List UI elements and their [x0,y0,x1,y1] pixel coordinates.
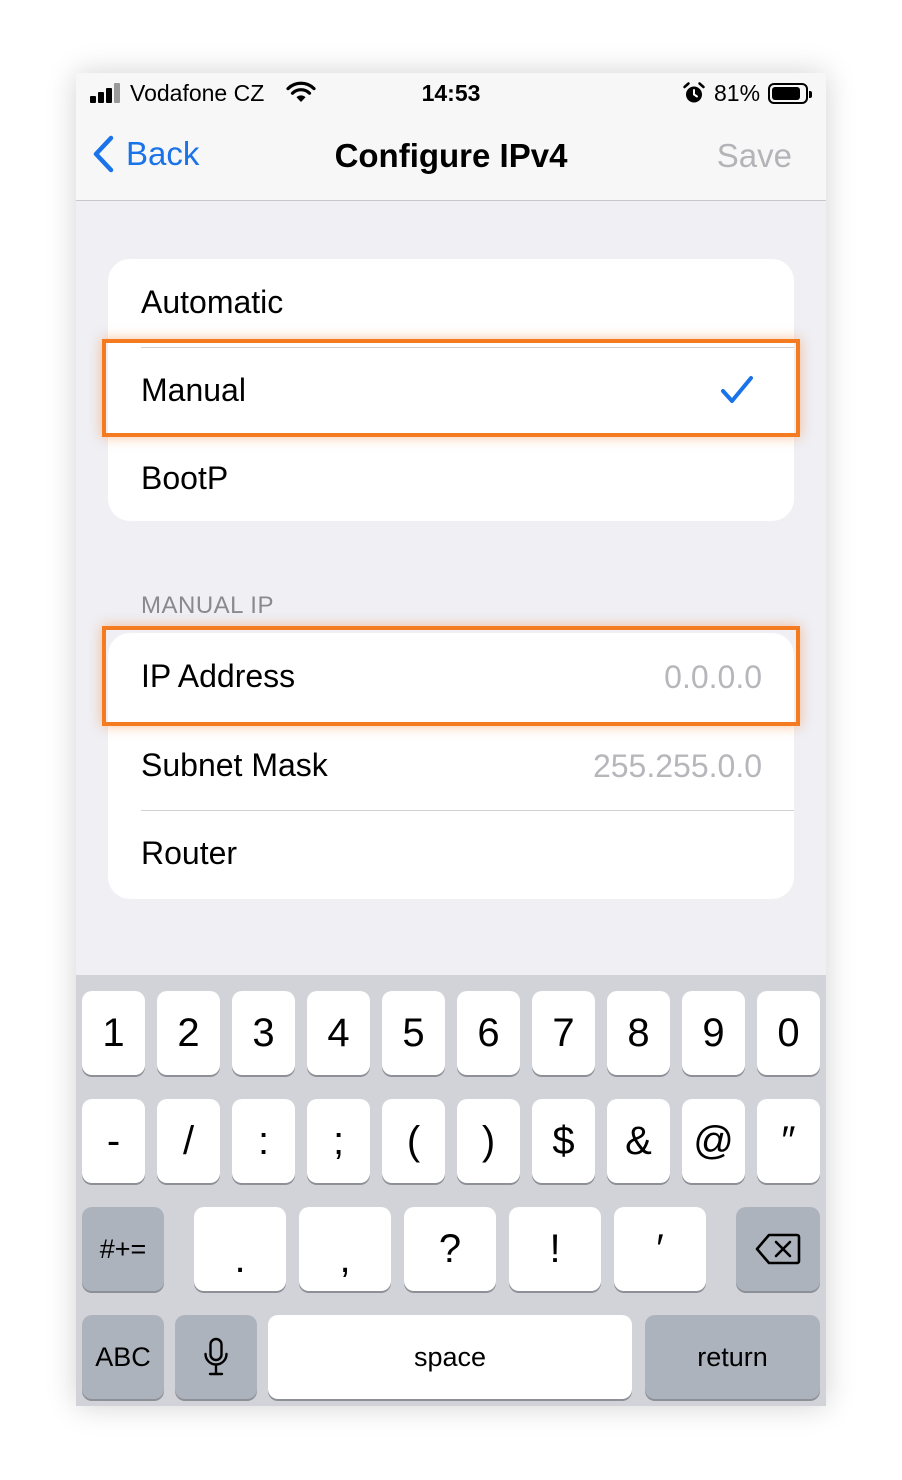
navigation-bar: Vodafone CZ 14:53 81% Back Configure IPv… [76,73,826,201]
key-7[interactable]: 7 [532,991,595,1075]
microphone-icon [204,1337,228,1376]
key-4[interactable]: 4 [307,991,370,1075]
key-0[interactable]: 0 [757,991,820,1075]
phone-screen: Vodafone CZ 14:53 81% Back Configure IPv… [76,73,826,1406]
dictation-key[interactable] [175,1315,257,1399]
key-label: . [234,1236,246,1281]
key-1[interactable]: 1 [82,991,145,1075]
page-title: Configure IPv4 [334,137,568,174]
key-comma[interactable]: , [299,1207,391,1291]
option-automatic[interactable]: Automatic [108,259,794,347]
key-9[interactable]: 9 [682,991,745,1075]
key-at[interactable]: @ [682,1099,745,1183]
field-placeholder: 255.255.0.0 [592,748,762,784]
battery-percent: 81% [714,80,761,106]
key-apostrophe[interactable]: ′ [614,1207,706,1291]
key-8[interactable]: 8 [607,991,670,1075]
key-label: , [339,1236,351,1281]
key-colon[interactable]: : [232,1099,295,1183]
key-open-paren[interactable]: ( [382,1099,445,1183]
return-key[interactable]: return [645,1315,820,1399]
section-header-manual-ip: MANUAL IP [141,592,274,619]
highlight-manual [102,339,800,437]
key-exclamation[interactable]: ! [509,1207,601,1291]
key-more-symbols[interactable]: #+= [82,1207,164,1291]
key-abc[interactable]: ABC [82,1315,164,1399]
key-close-paren[interactable]: ) [457,1099,520,1183]
key-dollar[interactable]: $ [532,1099,595,1183]
delete-key[interactable] [736,1207,820,1291]
option-label: BootP [141,460,229,496]
option-bootp[interactable]: BootP [108,435,794,523]
key-3[interactable]: 3 [232,991,295,1075]
field-label: Router [141,835,238,871]
key-2[interactable]: 2 [157,991,220,1075]
battery-icon [768,83,812,104]
key-question[interactable]: ? [404,1207,496,1291]
key-slash[interactable]: / [157,1099,220,1183]
option-label: Automatic [141,284,284,320]
key-double-quote[interactable]: ″ [757,1099,820,1183]
key-semicolon[interactable]: ; [307,1099,370,1183]
alarm-icon [682,81,706,111]
key-5[interactable]: 5 [382,991,445,1075]
numeric-keyboard: 1 2 3 4 5 6 7 8 9 0 - / : ; ( ) $ & @ ″ … [76,975,826,1406]
space-key[interactable]: space [268,1315,632,1399]
backspace-icon [755,1233,801,1265]
key-period[interactable]: . [194,1207,286,1291]
subnet-mask-field[interactable]: Subnet Mask 255.255.0.0 [108,722,794,810]
highlight-ip-address [102,626,800,726]
status-bar: Vodafone CZ 14:53 81% [76,73,826,117]
field-label: Subnet Mask [141,747,328,783]
key-6[interactable]: 6 [457,991,520,1075]
key-ampersand[interactable]: & [607,1099,670,1183]
key-hyphen[interactable]: - [82,1099,145,1183]
router-field[interactable]: Router [108,810,794,898]
save-button[interactable]: Save [717,137,792,175]
